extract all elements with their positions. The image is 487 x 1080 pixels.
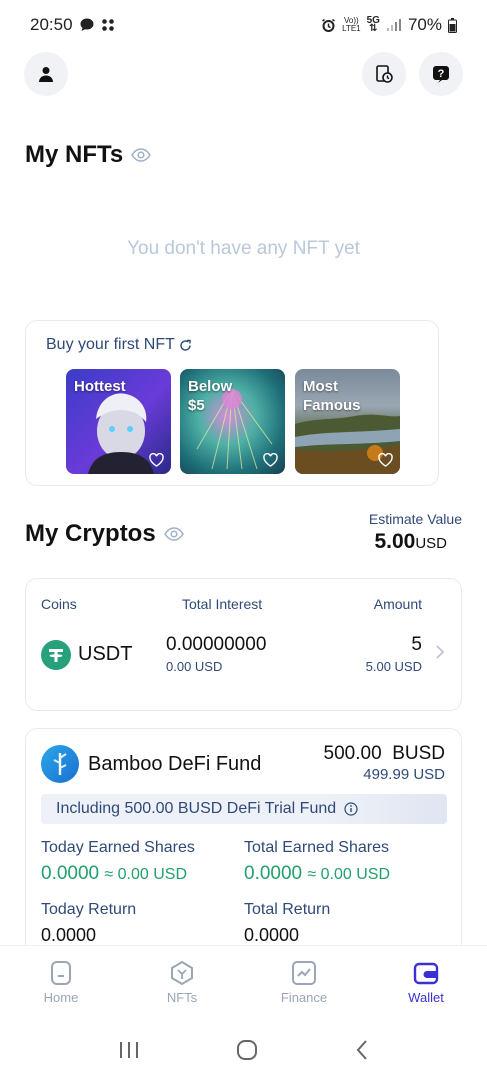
total-return-label: Total Return	[244, 901, 331, 918]
5g-badge: 5G ⇅	[366, 15, 380, 34]
status-time: 20:50	[30, 15, 73, 34]
refresh-icon[interactable]	[179, 339, 192, 352]
eye-icon[interactable]	[163, 527, 184, 541]
battery-percent: 70%	[407, 15, 442, 34]
coin-amount-usd: 5.00 USD	[365, 659, 422, 674]
total-return-value: 0.0000	[244, 925, 300, 945]
bamboo-logo-icon	[41, 745, 79, 783]
coin-name: USDT	[78, 643, 133, 665]
svg-text:?: ?	[438, 68, 445, 80]
trial-fund-banner: Including 500.00 BUSD DeFi Trial Fund	[41, 794, 447, 824]
estimate-value: 5.00USD	[374, 530, 447, 553]
tab-wallet[interactable]: Wallet	[381, 960, 471, 1005]
amount-column-header: Amount	[373, 596, 422, 612]
eye-icon[interactable]	[131, 148, 152, 162]
person-icon	[39, 67, 53, 82]
nft-thumb-hottest[interactable]: Hottest	[66, 369, 171, 474]
tab-finance[interactable]: Finance	[259, 960, 349, 1005]
estimate-value-label: Estimate Value	[368, 511, 462, 527]
my-nfts-title: My NFTs	[25, 141, 152, 169]
fund-amount: 500.00 BUSD	[323, 743, 445, 764]
help-icon: ?	[433, 66, 449, 83]
help-button[interactable]: ?	[419, 52, 463, 96]
signal-icon	[386, 18, 402, 32]
coin-interest-usd: 0.00 USD	[166, 659, 223, 674]
home-icon	[51, 961, 71, 985]
battery-icon	[448, 17, 457, 33]
history-icon	[376, 65, 393, 83]
total-earned-value: 0.0000 ≈ 0.00 USD	[244, 863, 390, 884]
wallet-icon	[413, 962, 439, 985]
my-cryptos-title: My Cryptos	[25, 520, 184, 548]
back-icon[interactable]	[355, 1039, 369, 1061]
coin-amount: 5	[411, 634, 422, 655]
top-action-bar: ?	[24, 52, 463, 96]
fund-amount-usd: 499.99 USD	[363, 766, 445, 783]
today-return-label: Today Return	[41, 901, 137, 918]
buy-first-nft-card: Buy your first NFT Hottest Below $5 Most…	[25, 320, 439, 486]
heart-icon[interactable]	[378, 453, 393, 467]
chart-icon	[292, 961, 316, 985]
coins-column-header: Coins	[41, 596, 77, 612]
volte-badge: Vo)) LTE1	[342, 16, 361, 33]
coin-interest: 0.00000000	[166, 634, 267, 655]
alarm-icon	[321, 18, 336, 33]
system-nav-bar	[0, 1020, 487, 1080]
heart-icon[interactable]	[149, 453, 164, 467]
tab-nfts[interactable]: NFTs	[137, 960, 227, 1005]
bottom-tab-bar: Home NFTs Finance Wallet	[0, 945, 487, 1020]
fund-name: Bamboo DeFi Fund	[88, 753, 262, 775]
nft-thumb-below-5[interactable]: Below $5	[180, 369, 285, 474]
nft-thumb-most-famous[interactable]: Most Famous	[295, 369, 400, 474]
today-earned-value: 0.0000 ≈ 0.00 USD	[41, 863, 187, 884]
info-icon[interactable]	[344, 802, 358, 816]
tab-home[interactable]: Home	[16, 960, 106, 1005]
interest-column-header: Total Interest	[182, 596, 263, 612]
recent-apps-icon[interactable]	[118, 1040, 140, 1060]
nft-hexagon-icon	[171, 960, 193, 986]
chevron-right-icon	[436, 645, 445, 659]
heart-icon[interactable]	[263, 453, 278, 467]
buy-first-nft-header[interactable]: Buy your first NFT	[46, 336, 192, 354]
coins-card: Coins Total Interest Amount USDT 0.00000…	[25, 578, 462, 711]
history-button[interactable]	[362, 52, 406, 96]
grid-dots-icon	[101, 18, 115, 32]
status-bar: 20:50 Vo)) LTE1 5G ⇅ 70%	[0, 0, 487, 50]
total-earned-label: Total Earned Shares	[244, 839, 389, 856]
usdt-logo-icon	[41, 640, 71, 670]
chat-icon	[79, 17, 95, 33]
home-circle-icon[interactable]	[236, 1039, 258, 1061]
empty-nft-message: You don't have any NFT yet	[127, 238, 360, 259]
profile-button[interactable]	[24, 52, 68, 96]
today-return-value: 0.0000	[41, 925, 97, 945]
today-earned-label: Today Earned Shares	[41, 839, 195, 856]
